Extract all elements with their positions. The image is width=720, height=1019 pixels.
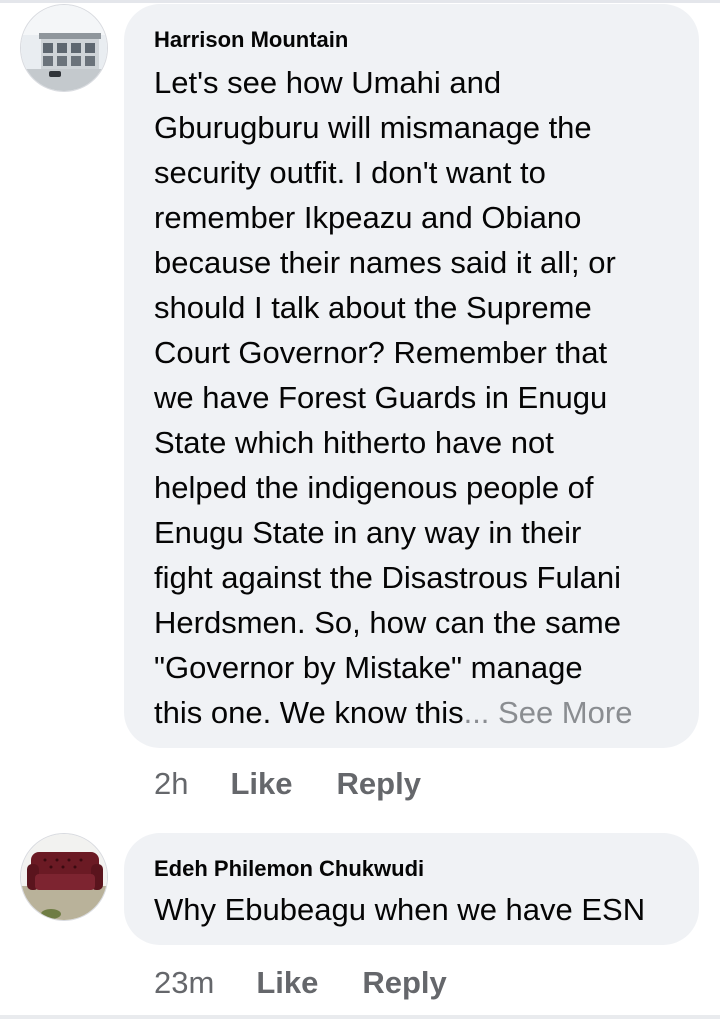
ellipsis: ... (463, 695, 499, 730)
comment-text: Let's see how Umahi and Gburugburu will … (154, 60, 694, 735)
bottom-divider (0, 1015, 720, 1019)
see-more-link[interactable]: See More (498, 695, 632, 730)
comment-text: Why Ebubeagu when we have ESN (154, 892, 646, 927)
comment-timestamp[interactable]: 2h (154, 766, 188, 802)
top-divider (0, 0, 720, 3)
reply-button[interactable]: Reply (337, 766, 421, 802)
comment-actions: 2h Like Reply (154, 766, 421, 802)
comment-body: Let's see how Umahi and Gburugburu will … (154, 65, 621, 730)
comment-author[interactable]: Edeh Philemon Chukwudi (154, 856, 424, 882)
comment-bubble: Edeh Philemon Chukwudi Why Ebubeagu when… (124, 833, 699, 945)
comment-actions: 23m Like Reply (154, 965, 447, 1001)
building-photo-avatar-icon (21, 5, 107, 91)
reply-button[interactable]: Reply (362, 965, 446, 1001)
comment-author[interactable]: Harrison Mountain (154, 27, 348, 53)
like-button[interactable]: Like (230, 766, 292, 802)
avatar[interactable] (20, 833, 108, 921)
avatar[interactable] (20, 4, 108, 92)
comment-timestamp[interactable]: 23m (154, 965, 214, 1001)
comment-bubble: Harrison Mountain Let's see how Umahi an… (124, 4, 699, 748)
like-button[interactable]: Like (256, 965, 318, 1001)
sofa-photo-avatar-icon (21, 834, 107, 920)
